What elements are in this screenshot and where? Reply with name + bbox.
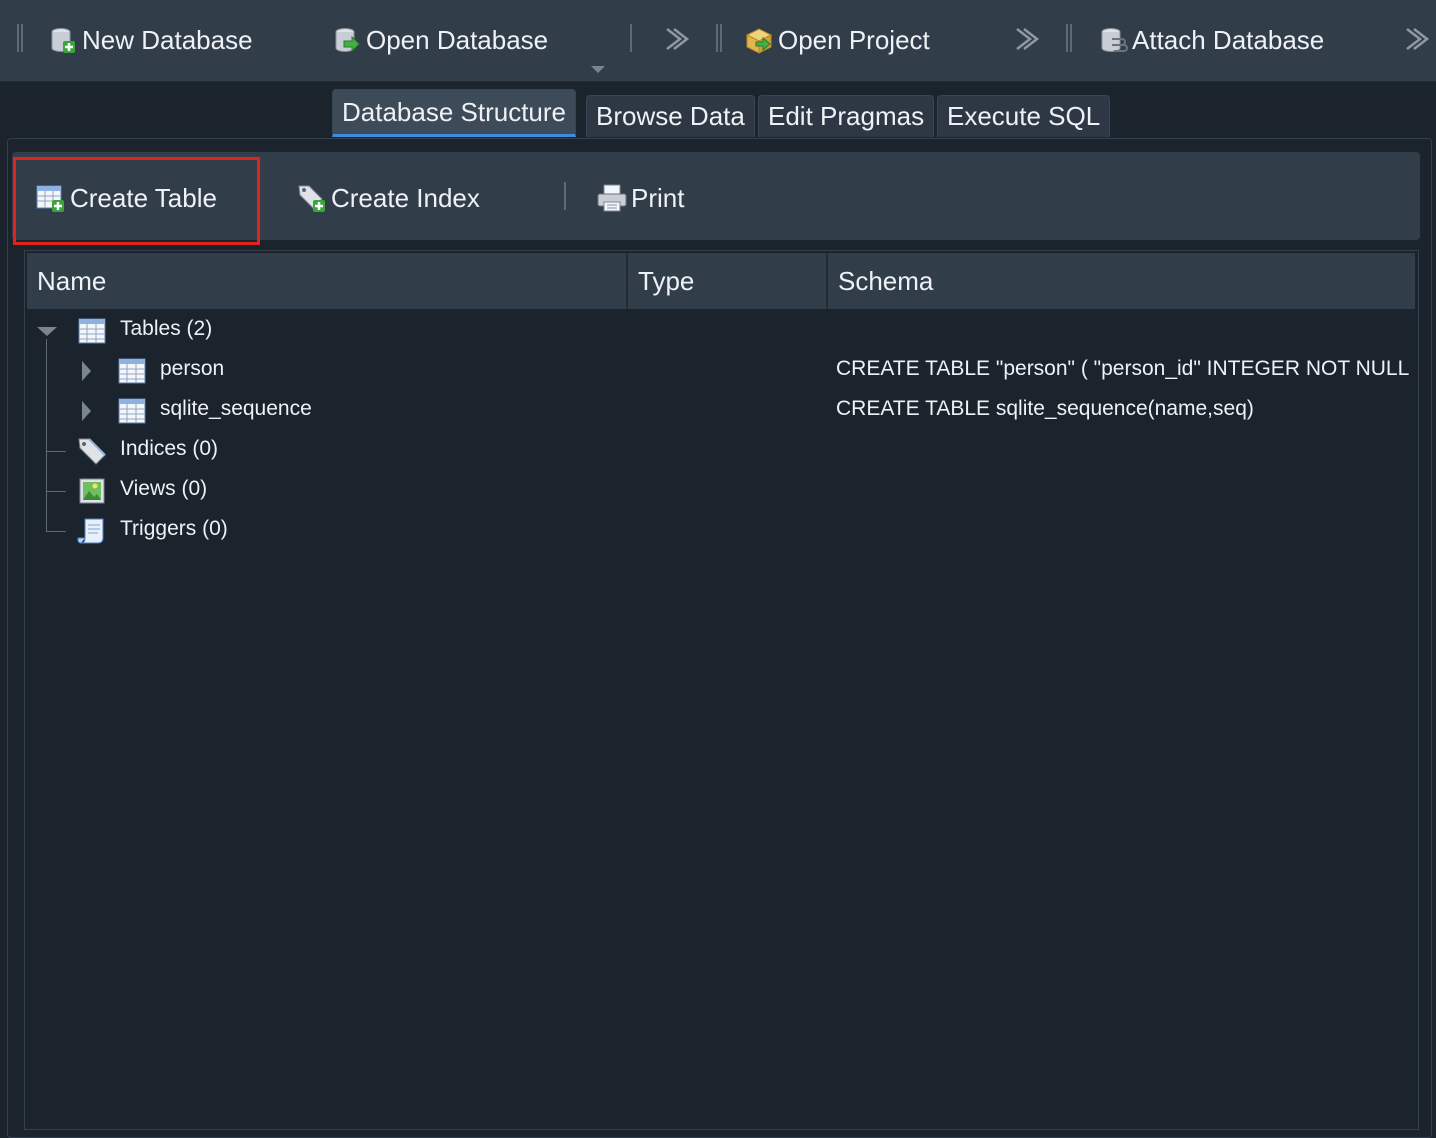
toolbar-separator — [564, 182, 566, 210]
schema-tree[interactable]: Name Type Schema Tables (2) person CREAT… — [24, 250, 1419, 1130]
toolbar-grip[interactable] — [1066, 24, 1072, 52]
new-database-button[interactable]: New Database — [48, 18, 253, 62]
table-icon — [118, 398, 146, 424]
column-header-name[interactable]: Name — [27, 253, 628, 309]
open-database-label: Open Database — [366, 24, 549, 55]
create-index-button[interactable]: Create Index — [296, 176, 480, 220]
attach-database-icon — [1098, 25, 1128, 55]
create-index-icon — [296, 182, 328, 214]
print-icon — [596, 182, 628, 214]
tree-item-triggers[interactable]: Triggers (0) — [25, 511, 1415, 551]
toolbar-overflow-icon[interactable] — [1402, 24, 1432, 54]
create-index-label: Create Index — [331, 182, 480, 213]
table-icon — [118, 358, 146, 384]
open-database-dropdown-icon[interactable] — [591, 66, 605, 73]
tree-header: Name Type Schema — [27, 253, 1415, 309]
tree-item-label: sqlite_sequence — [160, 397, 312, 420]
toolbar-separator — [630, 24, 632, 52]
print-button[interactable]: Print — [596, 176, 684, 220]
attach-database-label: Attach Database — [1132, 24, 1325, 55]
open-database-button[interactable]: Open Database — [332, 18, 548, 62]
view-icon — [79, 478, 105, 504]
column-header-schema[interactable]: Schema — [828, 253, 1415, 309]
tree-item-schema: CREATE TABLE "person" ( "person_id" INTE… — [836, 357, 1415, 380]
toolbar-grip[interactable] — [17, 24, 23, 52]
tree-item-sqlite-sequence[interactable]: sqlite_sequence CREATE TABLE sqlite_sequ… — [25, 391, 1415, 431]
attach-database-button[interactable]: Attach Database — [1098, 18, 1324, 62]
toolbar-overflow-icon[interactable] — [662, 24, 692, 54]
tree-item-views[interactable]: Views (0) — [25, 471, 1415, 511]
tab-execute-sql[interactable]: Execute SQL — [937, 95, 1111, 137]
tree-item-tables[interactable]: Tables (2) — [25, 311, 1415, 351]
trigger-script-icon — [77, 518, 104, 544]
tree-item-indices[interactable]: Indices (0) — [25, 431, 1415, 471]
tab-database-structure[interactable]: Database Structure — [332, 89, 577, 137]
tree-item-label: Indices (0) — [120, 437, 219, 460]
open-project-button[interactable]: Open Project — [744, 18, 930, 62]
toolbar-grip[interactable] — [716, 24, 722, 52]
tab-edit-pragmas[interactable]: Edit Pragmas — [758, 95, 935, 137]
column-header-type[interactable]: Type — [628, 253, 828, 309]
table-icon — [78, 318, 106, 344]
new-database-icon — [48, 25, 78, 55]
open-project-icon — [744, 25, 774, 55]
toolbar-overflow-icon[interactable] — [1012, 24, 1042, 54]
index-tag-icon — [78, 438, 106, 465]
collapse-arrow-icon[interactable] — [37, 327, 57, 336]
expand-arrow-icon[interactable] — [82, 401, 91, 421]
tab-browse-data[interactable]: Browse Data — [586, 95, 755, 137]
tree-item-schema: CREATE TABLE sqlite_sequence(name,seq) — [836, 397, 1254, 420]
tree-item-label: Triggers (0) — [120, 517, 228, 540]
main-toolbar: New Database Open Database Open Project — [0, 0, 1436, 82]
expand-arrow-icon[interactable] — [82, 361, 91, 381]
tree-item-label: Tables (2) — [120, 317, 213, 340]
open-project-label: Open Project — [778, 24, 930, 55]
tree-item-label: Views (0) — [120, 477, 208, 500]
new-database-label: New Database — [82, 24, 253, 55]
tree-item-person[interactable]: person CREATE TABLE "person" ( "person_i… — [25, 351, 1415, 391]
open-database-icon — [332, 25, 362, 55]
highlight-box — [13, 157, 260, 245]
print-label: Print — [631, 182, 685, 213]
tree-item-label: person — [160, 357, 225, 380]
